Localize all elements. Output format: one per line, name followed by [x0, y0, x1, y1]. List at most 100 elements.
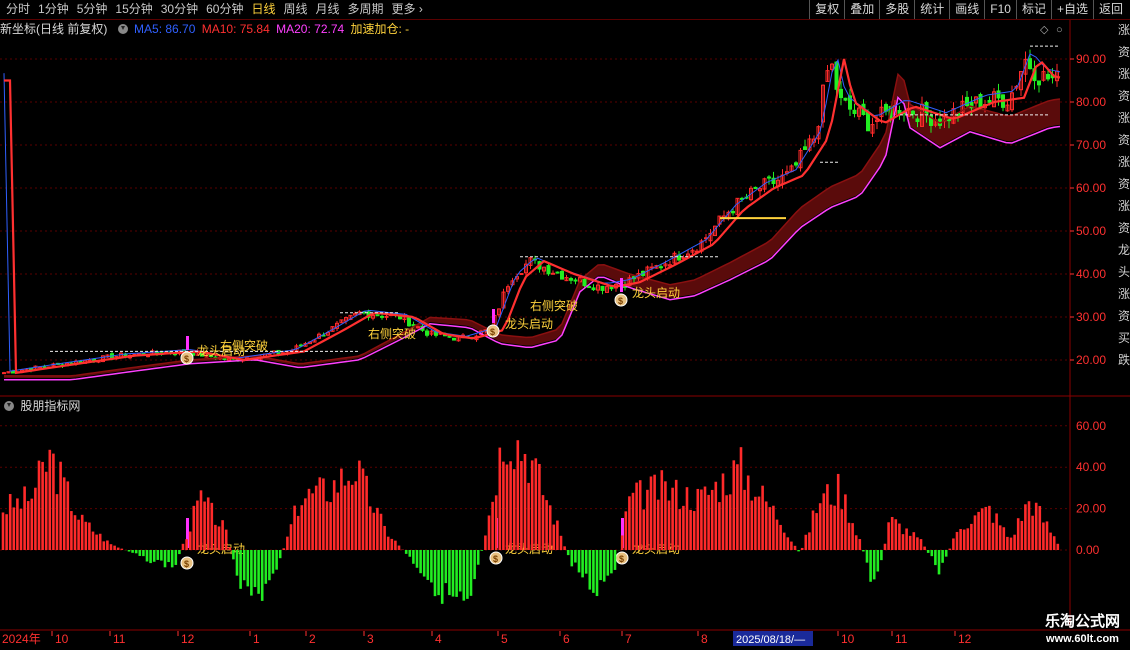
- indicator-bar: [642, 509, 646, 550]
- indicator-bar: [502, 461, 505, 550]
- indicator-bar: [16, 498, 19, 550]
- indicator-bar: [948, 548, 952, 550]
- indicator-bar: [116, 547, 120, 550]
- signal-bar: [492, 309, 495, 323]
- indicator-bar: [829, 504, 833, 550]
- indicator-bar: [232, 550, 235, 560]
- indicator-bar: [872, 550, 876, 580]
- month-label: 2: [309, 632, 316, 646]
- candle-body: [380, 315, 384, 318]
- month-label: 4: [435, 632, 442, 646]
- indicator-bar: [473, 550, 476, 580]
- chevron-down-icon[interactable]: [4, 401, 14, 411]
- indicator-bar: [1038, 506, 1042, 550]
- indicator-bar: [268, 550, 271, 581]
- indicator-bar: [966, 528, 970, 550]
- coin-glyph: $: [184, 559, 189, 569]
- indicator-bar: [145, 550, 149, 562]
- indicator-bar: [660, 470, 664, 550]
- indicator-bar: [955, 531, 959, 550]
- indicator-tick-label: 40.00: [1076, 460, 1106, 474]
- side-tag: 涨: [1118, 22, 1130, 37]
- indicator-bar: [880, 550, 883, 561]
- indicator-bar: [113, 545, 116, 550]
- indicator-bar: [37, 460, 41, 550]
- indicator-bar: [296, 515, 300, 550]
- indicator-bar: [66, 481, 70, 550]
- indicator-bar: [188, 531, 192, 550]
- indicator-bar: [426, 550, 430, 580]
- indicator-bar: [707, 494, 710, 550]
- coin-glyph: $: [490, 327, 495, 337]
- indicator-bar: [988, 505, 991, 550]
- indicator-bar: [620, 535, 624, 550]
- indicator-bar: [170, 550, 174, 568]
- indicator-bar: [239, 550, 242, 589]
- candle-body: [987, 99, 992, 103]
- indicator-bar: [786, 537, 790, 550]
- indicator-bar: [379, 513, 383, 550]
- side-tag: 涨: [1118, 110, 1130, 125]
- indicator-bar: [613, 550, 617, 570]
- indicator-bar: [898, 523, 901, 550]
- indicator-bar: [376, 507, 379, 550]
- indicator-bar: [372, 512, 376, 550]
- indicator-bar: [383, 525, 386, 550]
- candle-body: [425, 330, 429, 336]
- indicator-bar: [811, 510, 815, 550]
- side-tag: 涨: [1118, 154, 1130, 169]
- indicator-bar: [602, 550, 606, 582]
- indicator-bar: [102, 541, 106, 550]
- indicator-bar: [480, 550, 484, 551]
- indicator-bar: [484, 535, 487, 550]
- indicator-bar: [358, 460, 361, 550]
- indicator-bar: [638, 480, 642, 550]
- indicator-bar: [109, 544, 113, 550]
- indicator-bar: [318, 477, 322, 550]
- candle-body: [551, 272, 555, 275]
- indicator-bar: [901, 534, 905, 550]
- indicator-bar: [217, 526, 221, 550]
- price-tick-label: 20.00: [1076, 353, 1106, 367]
- indicator-bar: [257, 550, 260, 594]
- indicator-bar: [235, 550, 239, 576]
- indicator-bar: [1016, 518, 1020, 550]
- indicator-bar: [347, 480, 350, 550]
- indicator-bar: [419, 550, 422, 574]
- candle-body: [866, 111, 870, 132]
- candle-body: [582, 278, 587, 286]
- indicator-bar: [88, 522, 91, 550]
- kline-chart-canvas[interactable]: 右侧突破右侧突破右侧突破$龙头启动$龙头启动$龙头启动$龙头启动$龙头启动$龙头…: [0, 0, 1130, 650]
- indicator-bar: [26, 501, 30, 550]
- indicator-bar: [433, 550, 437, 597]
- indicator-bar: [458, 550, 462, 592]
- indicator-bar: [779, 524, 782, 550]
- indicator-bar: [199, 490, 203, 550]
- indicator-bar: [516, 440, 520, 550]
- indicator-bar: [797, 550, 800, 552]
- candle-body: [569, 278, 573, 281]
- side-tag: 涨: [1118, 286, 1130, 301]
- indicator-bar: [120, 548, 124, 550]
- indicator-bar: [250, 550, 253, 596]
- indicator-bar: [905, 528, 908, 550]
- indicator-bar: [944, 550, 948, 557]
- indicator-bar: [995, 513, 998, 550]
- annotation-right-break-2: 右侧突破: [368, 326, 416, 341]
- indicator-bar: [1042, 522, 1045, 550]
- indicator-bar: [149, 550, 152, 564]
- indicator-bar: [757, 496, 761, 550]
- indicator-bar: [1052, 536, 1056, 550]
- indicator-bar: [44, 471, 48, 550]
- indicator-bar: [761, 485, 764, 550]
- indicator-bar: [746, 475, 750, 550]
- indicator-bar: [386, 536, 390, 550]
- indicator-bar: [851, 523, 854, 550]
- watermark-url: www.60lt.com: [1046, 633, 1119, 645]
- diamond-icon: ◇: [1040, 24, 1049, 36]
- indicator-bar: [1013, 534, 1016, 550]
- indicator-bar: [271, 550, 275, 574]
- indicator-bar: [455, 550, 458, 597]
- indicator-bar: [365, 475, 368, 550]
- indicator-bar: [264, 550, 268, 584]
